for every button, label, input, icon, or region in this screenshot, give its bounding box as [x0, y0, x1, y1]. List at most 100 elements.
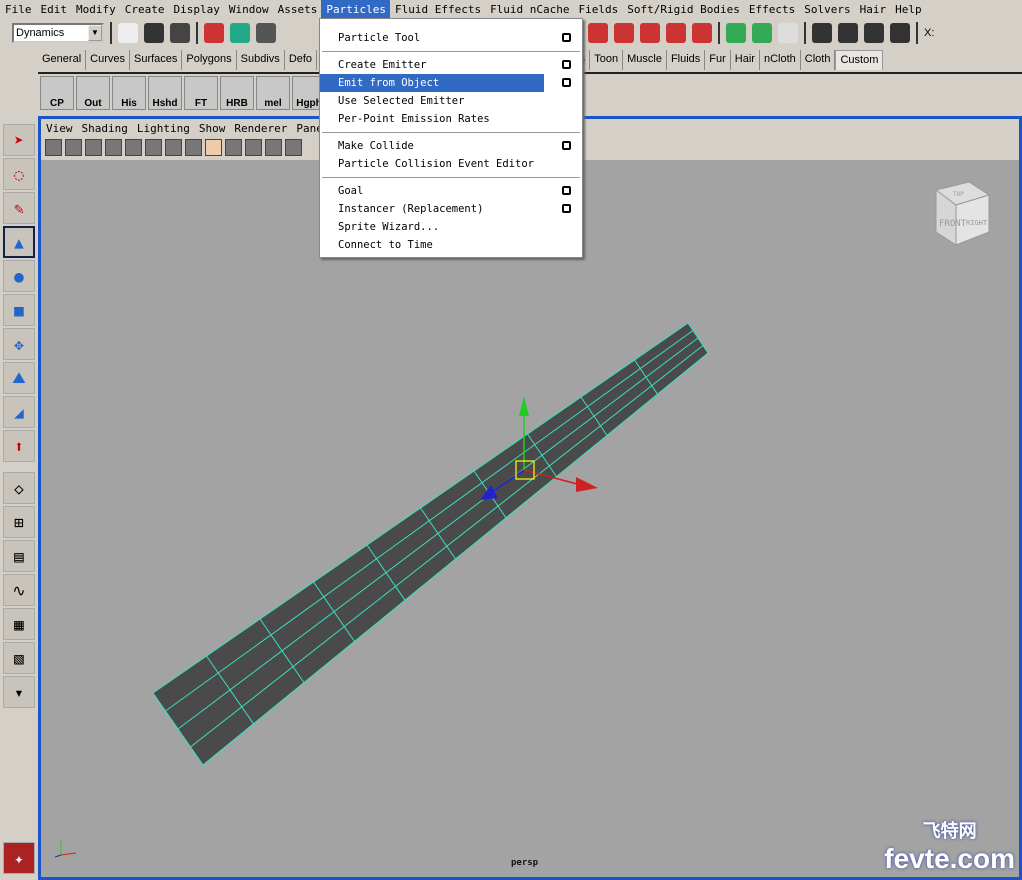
menu-assets[interactable]: Assets: [273, 0, 322, 18]
option-box-icon[interactable]: [562, 204, 571, 213]
resolution-gate-icon[interactable]: [165, 139, 182, 156]
shelf-tab[interactable]: Polygons: [182, 50, 237, 70]
select-tool-icon[interactable]: ➤: [3, 124, 35, 156]
menu-item[interactable]: Particle Collision Event Editor: [320, 155, 582, 173]
menu-item[interactable]: Per-Point Emission Rates: [320, 110, 582, 128]
shelf-tab[interactable]: Custom: [835, 50, 884, 70]
xray-icon[interactable]: [285, 139, 302, 156]
menu-soft-rigid-bodies[interactable]: Soft/Rigid Bodies: [622, 0, 744, 18]
snap-point-icon[interactable]: [640, 23, 660, 43]
3d-viewport[interactable]: TOP FRONT RIGHT persp 飞特网 fevte.com: [41, 160, 1019, 877]
panel-menu-item[interactable]: View: [46, 122, 73, 135]
shelf-tab[interactable]: Hair: [731, 50, 760, 70]
menu-set-dropdown[interactable]: Dynamics ▼: [12, 23, 104, 43]
view-cube[interactable]: TOP FRONT RIGHT: [934, 181, 991, 246]
shelf-button[interactable]: FT: [184, 76, 218, 110]
menu-item[interactable]: Emit from Object: [320, 74, 571, 92]
new-scene-icon[interactable]: [118, 23, 138, 43]
camera-icon[interactable]: [45, 139, 62, 156]
construction-history-icon[interactable]: [778, 23, 798, 43]
panel-menu-item[interactable]: Renderer: [234, 122, 287, 135]
shelf-button[interactable]: Out: [76, 76, 110, 110]
shelf-tab[interactable]: Curves: [86, 50, 130, 70]
shelf-button[interactable]: mel: [256, 76, 290, 110]
input-ops-icon[interactable]: [726, 23, 746, 43]
smooth-shade-icon[interactable]: [205, 139, 222, 156]
snap-grid-icon[interactable]: [588, 23, 608, 43]
hypershade-layout-icon[interactable]: ▦: [3, 608, 35, 640]
menu-modify[interactable]: Modify: [71, 0, 120, 18]
menu-item[interactable]: Use Selected Emitter: [320, 92, 582, 110]
menu-solvers[interactable]: Solvers: [799, 0, 854, 18]
shadows-icon[interactable]: [265, 139, 282, 156]
shelf-tab[interactable]: nCloth: [760, 50, 801, 70]
select-component-icon[interactable]: [256, 23, 276, 43]
image-plane-icon[interactable]: [105, 139, 122, 156]
option-box-icon[interactable]: [562, 186, 571, 195]
panel-menu-item[interactable]: Shading: [82, 122, 128, 135]
menu-display[interactable]: Display: [169, 0, 224, 18]
soft-mod-icon[interactable]: ⛰: [3, 362, 35, 394]
scale-tool-icon[interactable]: ■: [3, 294, 35, 326]
menu-item[interactable]: Create Emitter: [320, 56, 582, 74]
layout-dropdown-icon[interactable]: ▾: [3, 676, 35, 708]
shelf-button[interactable]: His: [112, 76, 146, 110]
menu-item[interactable]: Make Collide: [320, 137, 582, 155]
render-view-icon[interactable]: [812, 23, 832, 43]
film-gate-icon[interactable]: [145, 139, 162, 156]
menu-file[interactable]: File: [0, 0, 36, 18]
select-object-icon[interactable]: [230, 23, 250, 43]
grid-icon[interactable]: [125, 139, 142, 156]
menu-item[interactable]: Connect to Time: [320, 236, 582, 254]
shelf-tab[interactable]: Muscle: [623, 50, 667, 70]
bookmark-icon[interactable]: [85, 139, 102, 156]
menu-window[interactable]: Window: [224, 0, 273, 18]
menu-item[interactable]: Goal: [320, 182, 582, 200]
menu-fields[interactable]: Fields: [574, 0, 623, 18]
menu-item[interactable]: Particle Tool: [320, 29, 582, 47]
shelf-tab[interactable]: Fluids: [667, 50, 706, 70]
shelf-tab[interactable]: Surfaces: [130, 50, 183, 70]
graph-layout-icon[interactable]: ∿: [3, 574, 35, 606]
menu-fluid-effects[interactable]: Fluid Effects: [390, 0, 485, 18]
shelf-button[interactable]: Hshd: [148, 76, 182, 110]
anim-layout-icon[interactable]: ▧: [3, 642, 35, 674]
menu-hair[interactable]: Hair: [855, 0, 891, 18]
option-box-icon[interactable]: [562, 60, 571, 69]
select-hierarchy-icon[interactable]: [204, 23, 224, 43]
panel-menu-item[interactable]: Show: [199, 122, 226, 135]
open-scene-icon[interactable]: [144, 23, 164, 43]
snap-curve-icon[interactable]: [614, 23, 634, 43]
outliner-layout-icon[interactable]: ▤: [3, 540, 35, 572]
shelf-tab[interactable]: General: [38, 50, 87, 70]
render-settings-icon[interactable]: [890, 23, 910, 43]
render-icon[interactable]: [838, 23, 858, 43]
four-pane-layout-icon[interactable]: ⊞: [3, 506, 35, 538]
output-ops-icon[interactable]: [752, 23, 772, 43]
single-pane-layout-icon[interactable]: ◇: [3, 472, 35, 504]
lasso-tool-icon[interactable]: ◌: [3, 158, 35, 190]
universal-manip-icon[interactable]: ✥: [3, 328, 35, 360]
camera-attr-icon[interactable]: [65, 139, 82, 156]
move-tool-icon[interactable]: ▲: [3, 226, 35, 258]
option-box-icon[interactable]: [562, 33, 571, 42]
wireframe-icon[interactable]: [185, 139, 202, 156]
shelf-button[interactable]: HRB: [220, 76, 254, 110]
shelf-tab[interactable]: Fur: [705, 50, 731, 70]
snap-live-icon[interactable]: [692, 23, 712, 43]
plane-mesh[interactable]: [152, 322, 709, 766]
shelf-tab[interactable]: Cloth: [801, 50, 836, 70]
show-manip-icon[interactable]: ◢: [3, 396, 35, 428]
rotate-tool-icon[interactable]: ●: [3, 260, 35, 292]
menu-item[interactable]: Instancer (Replacement): [320, 200, 582, 218]
menu-edit[interactable]: Edit: [36, 0, 72, 18]
menu-particles[interactable]: Particles: [321, 0, 390, 18]
shelf-tab[interactable]: Subdivs: [237, 50, 285, 70]
shelf-tab[interactable]: Defo: [285, 50, 318, 70]
save-scene-icon[interactable]: [170, 23, 190, 43]
menu-fluid-ncache[interactable]: Fluid nCache: [485, 0, 573, 18]
last-tool-icon[interactable]: ⬆: [3, 430, 35, 462]
lights-icon[interactable]: [245, 139, 262, 156]
shelf-tab[interactable]: Toon: [590, 50, 624, 70]
shelf-button[interactable]: CP: [40, 76, 74, 110]
